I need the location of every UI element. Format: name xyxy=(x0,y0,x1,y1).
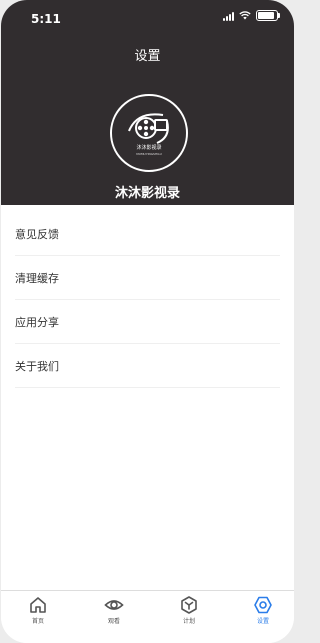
menu-item-label: 意见反馈 xyxy=(15,227,59,241)
header: 5:11 设置 沐沐影视录 MUMUYINGSHILU 沐沐影视录 xyxy=(1,0,294,205)
app-name: 沐沐影视录 xyxy=(114,186,180,201)
menu-item-feedback[interactable]: 意见反馈 xyxy=(15,212,280,256)
menu-item-about-us[interactable]: 关于我们 xyxy=(15,344,280,388)
tab-label: 首页 xyxy=(31,618,44,625)
battery-level xyxy=(258,12,274,19)
page-title: 设置 xyxy=(134,49,161,64)
tab-label: 设置 xyxy=(256,618,269,625)
signal-icon xyxy=(223,11,234,21)
menu-item-clear-cache[interactable]: 清理缓存 xyxy=(15,256,280,300)
phone-screen: 5:11 设置 沐沐影视录 MUMUYINGSHILU 沐沐影视录 意见反馈 清… xyxy=(1,0,294,643)
plan-icon xyxy=(181,596,197,614)
eye-icon xyxy=(104,600,124,610)
settings-icon xyxy=(254,596,272,614)
tab-label: 观看 xyxy=(107,618,120,625)
status-icons xyxy=(223,10,280,21)
tab-home[interactable]: 首页 xyxy=(8,595,68,625)
status-time: 5:11 xyxy=(31,12,61,26)
battery-icon xyxy=(256,10,280,21)
menu-item-label: 清理缓存 xyxy=(15,271,59,285)
tab-label: 计划 xyxy=(182,618,195,625)
tab-watch[interactable]: 观看 xyxy=(84,595,144,625)
tab-bar: 首页 观看 计划 设置 xyxy=(1,590,294,643)
logo-inner: 沐沐影视录 MUMUYINGSHILU xyxy=(117,101,181,165)
settings-menu: 意见反馈 清理缓存 应用分享 关于我们 xyxy=(1,212,294,388)
app-logo: 沐沐影视录 MUMUYINGSHILU xyxy=(110,94,188,172)
tab-settings[interactable]: 设置 xyxy=(233,595,293,625)
logo-subtext: MUMUYINGSHILU xyxy=(136,152,162,156)
menu-item-label: 应用分享 xyxy=(15,315,59,329)
home-icon xyxy=(30,597,46,613)
menu-item-share-app[interactable]: 应用分享 xyxy=(15,300,280,344)
logo-text: 沐沐影视录 xyxy=(136,145,162,151)
tab-plan[interactable]: 计划 xyxy=(159,595,219,625)
menu-item-label: 关于我们 xyxy=(15,359,59,373)
wifi-icon xyxy=(239,11,251,20)
